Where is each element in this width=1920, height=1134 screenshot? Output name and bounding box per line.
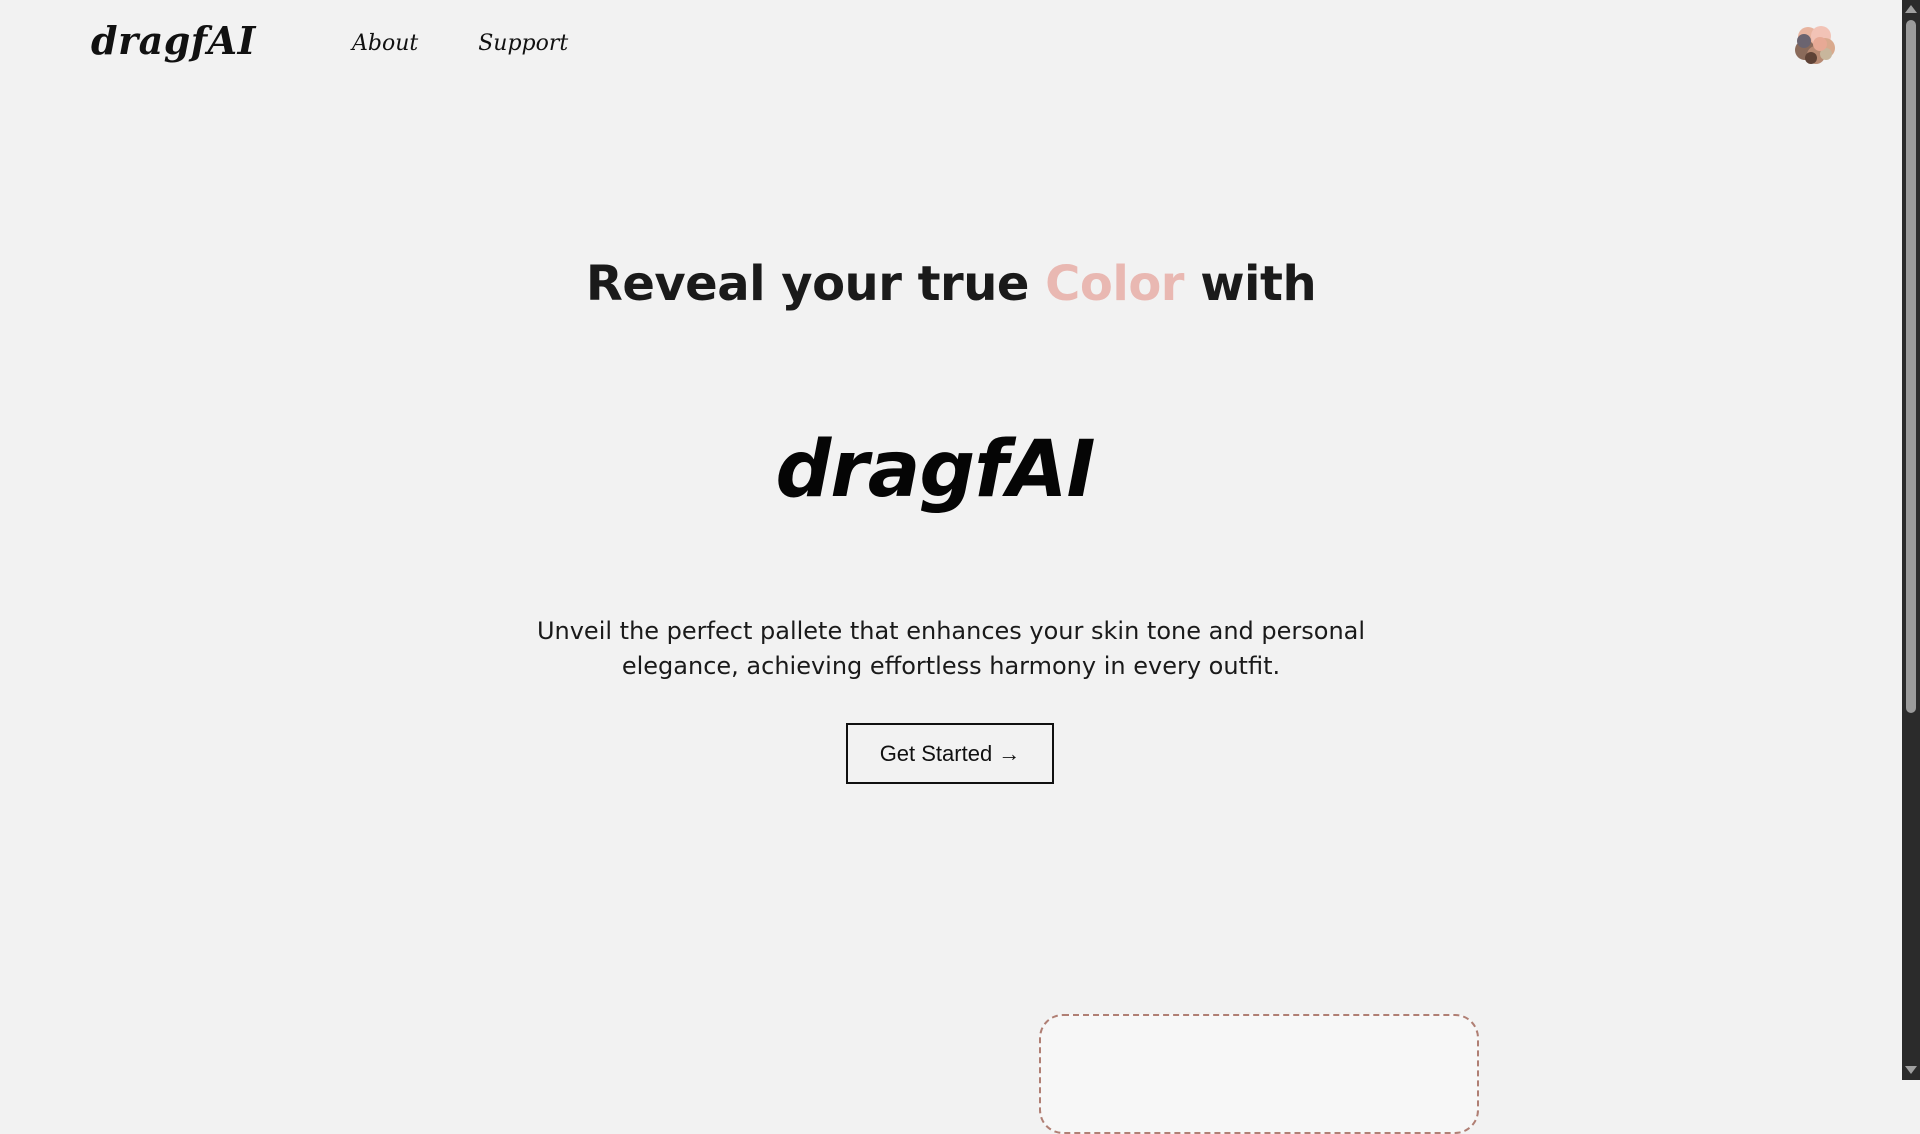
color-palette-avatar-icon[interactable] — [1794, 24, 1836, 66]
hero-title-end: with — [1183, 256, 1317, 312]
scroll-down-arrow-icon[interactable] — [1905, 1066, 1917, 1074]
main-nav: About Support — [352, 31, 568, 56]
hero-description-line-2: elegance, achieving effortless harmony i… — [621, 652, 1281, 680]
get-started-button[interactable]: Get Started → — [846, 723, 1054, 784]
nav-link-support[interactable]: Support — [478, 31, 568, 56]
hero-logo: dragfAI — [775, 425, 1095, 515]
landing-page: dragfAI About Support Reveal your true C… — [0, 0, 1902, 1134]
hero-title-start: Reveal your true — [585, 256, 1046, 312]
upload-dropzone[interactable] — [1039, 1014, 1479, 1134]
hero-title: Reveal your true Color with — [0, 256, 1902, 312]
scroll-up-arrow-icon[interactable] — [1905, 5, 1917, 13]
brand-logo[interactable]: dragfAI — [91, 18, 256, 63]
scrollbar-thumb[interactable] — [1906, 20, 1916, 713]
hero-description: Unveil the perfect pallete that enhances… — [0, 614, 1902, 684]
hero-title-accent: Color — [1045, 256, 1184, 312]
vertical-scrollbar[interactable] — [1902, 0, 1920, 1080]
hero-description-line-1: Unveil the perfect pallete that enhances… — [536, 617, 1366, 645]
nav-link-about[interactable]: About — [352, 31, 418, 56]
